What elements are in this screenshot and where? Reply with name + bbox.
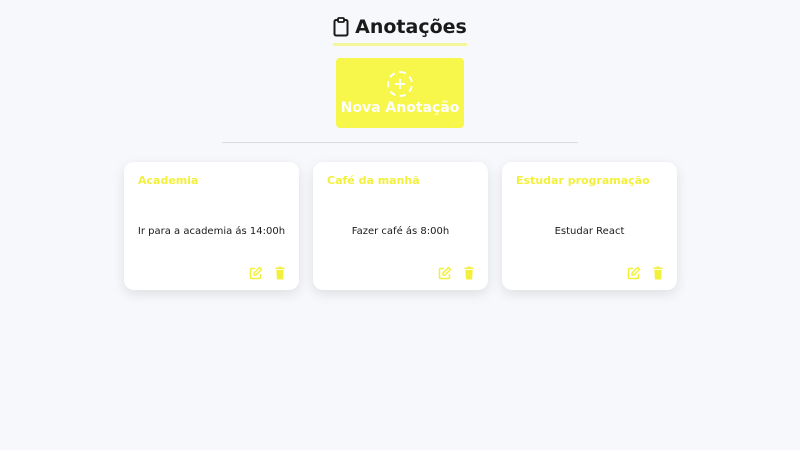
divider [222, 142, 578, 143]
plus-circle-icon: + [387, 70, 413, 97]
app-page: Anotações + Nova Anotação Academia Ir pa… [0, 0, 800, 450]
note-card: Academia Ir para a academia ás 14:00h [124, 162, 299, 290]
note-title: Café da manhã [327, 174, 420, 187]
note-text: Fazer café ás 8:00h [351, 226, 450, 237]
page-title: Anotações [355, 16, 467, 38]
note-actions [249, 266, 287, 280]
trash-icon[interactable] [273, 266, 287, 280]
header: Anotações [0, 16, 800, 46]
note-card: Estudar programação Estudar React [502, 162, 677, 290]
trash-icon[interactable] [651, 266, 665, 280]
notes-list: Academia Ir para a academia ás 14:00h Ca… [124, 162, 677, 290]
note-title: Estudar programação [516, 174, 650, 187]
trash-icon[interactable] [462, 266, 476, 280]
note-actions [627, 266, 665, 280]
edit-icon[interactable] [438, 266, 452, 280]
new-note-button[interactable]: + Nova Anotação [336, 58, 464, 128]
note-actions [438, 266, 476, 280]
note-title: Academia [138, 174, 199, 187]
edit-icon[interactable] [249, 266, 263, 280]
clipboard-icon [333, 17, 349, 37]
note-text: Estudar React [554, 226, 625, 237]
note-card: Café da manhã Fazer café ás 8:00h [313, 162, 488, 290]
new-note-label: Nova Anotação [340, 99, 460, 116]
edit-icon[interactable] [627, 266, 641, 280]
page-title-wrap: Anotações [333, 16, 467, 46]
note-text: Ir para a academia ás 14:00h [137, 226, 286, 237]
